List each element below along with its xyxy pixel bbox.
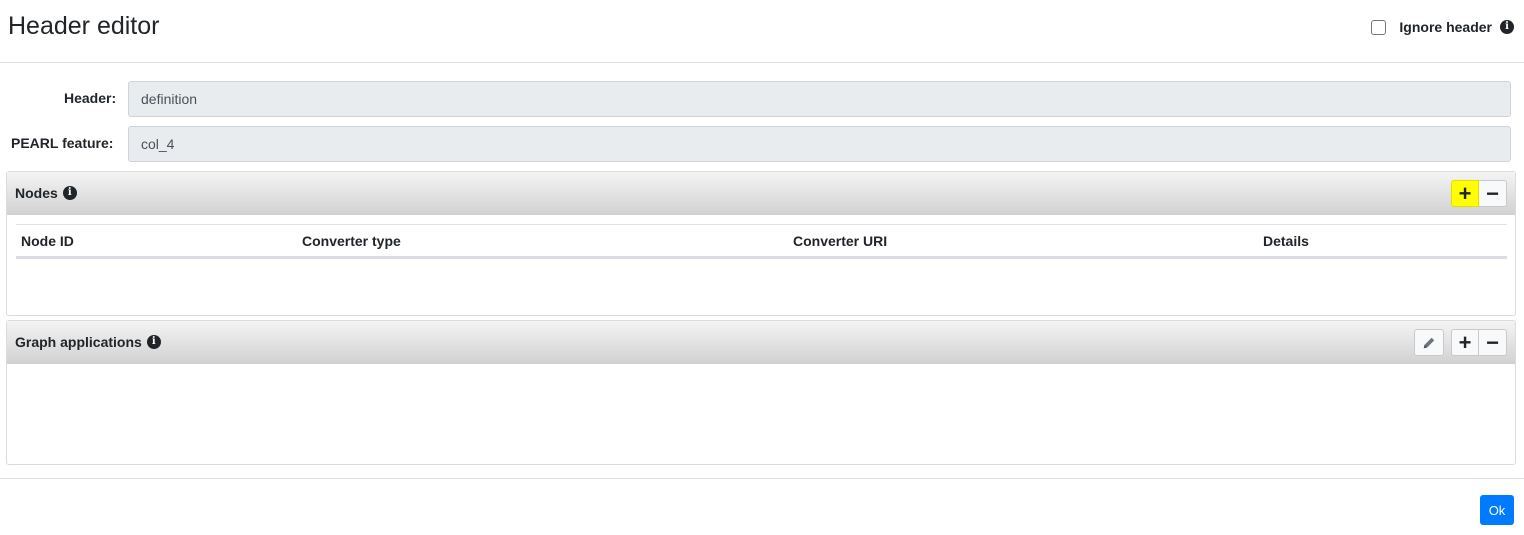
add-node-button[interactable]: +: [1451, 180, 1479, 207]
modal-header: Header editor Ignore header i: [0, 0, 1524, 63]
ok-button[interactable]: Ok: [1480, 495, 1514, 525]
header-editor-modal: Header editor Ignore header i Header: de…: [0, 0, 1524, 535]
column-header-details[interactable]: Details: [1263, 233, 1309, 249]
header-field-label: Header:: [64, 90, 117, 106]
info-icon[interactable]: i: [1500, 20, 1514, 34]
nodes-panel-heading: Nodes i + −: [7, 172, 1515, 215]
pearl-feature-label: PEARL feature:: [11, 135, 114, 151]
info-icon[interactable]: i: [62, 186, 77, 200]
info-icon[interactable]: i: [146, 335, 161, 349]
nodes-table: Node ID Converter type Converter URI Det…: [16, 224, 1507, 259]
edit-graph-button[interactable]: [1414, 329, 1444, 356]
column-header-converter-type[interactable]: Converter type: [302, 233, 401, 249]
graph-button-group: + −: [1451, 329, 1507, 356]
column-header-converter-uri[interactable]: Converter URI: [793, 233, 887, 249]
add-graph-button[interactable]: +: [1451, 329, 1479, 356]
graph-panel-heading: Graph applications i + −: [7, 321, 1515, 364]
nodes-title-text: Nodes: [15, 185, 58, 201]
column-header-node-id[interactable]: Node ID: [21, 233, 74, 249]
pearl-feature-field[interactable]: col_4: [128, 126, 1511, 162]
ignore-header-control: Ignore header i: [1371, 17, 1514, 37]
nodes-panel-title: Nodes i: [15, 185, 77, 201]
graph-applications-panel: Graph applications i + −: [6, 320, 1516, 465]
pencil-icon: [1423, 337, 1435, 348]
remove-node-button[interactable]: −: [1479, 180, 1507, 207]
nodes-button-group: + −: [1451, 180, 1507, 207]
graph-panel-title: Graph applications i: [15, 334, 161, 350]
graph-title-text: Graph applications: [15, 334, 142, 350]
remove-graph-button[interactable]: −: [1479, 329, 1507, 356]
ignore-header-label[interactable]: Ignore header: [1399, 19, 1492, 35]
nodes-panel: Nodes i + − Node ID Converter type Conve…: [6, 171, 1516, 316]
header-field[interactable]: definition: [128, 81, 1511, 117]
modal-footer: Ok: [0, 478, 1524, 535]
modal-title: Header editor: [8, 12, 160, 40]
ignore-header-checkbox[interactable]: [1371, 19, 1387, 35]
